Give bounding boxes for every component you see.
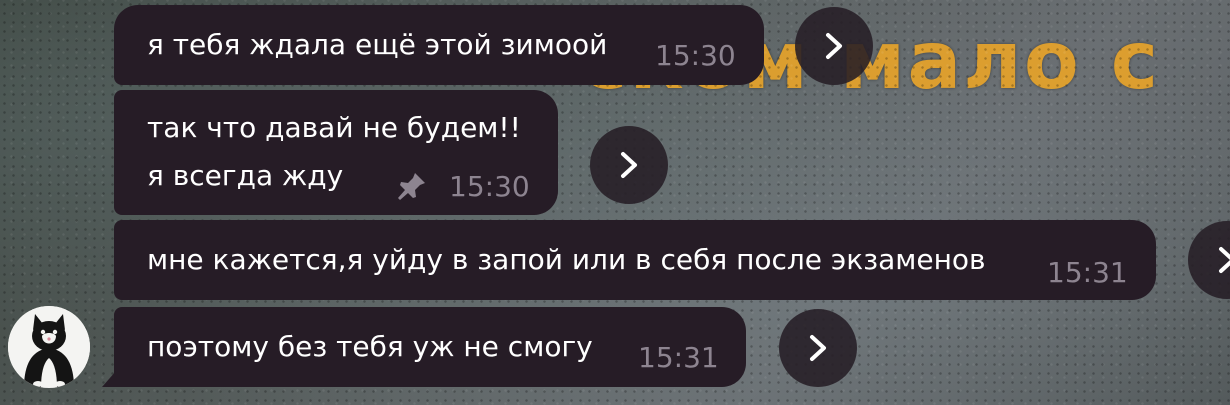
- bubble-tail: [102, 371, 116, 387]
- message-time: 15:31: [1047, 256, 1128, 289]
- message-time: 15:31: [638, 341, 719, 374]
- message-bubble[interactable]: я тебя ждала ещё этой зимоой 15:30: [114, 5, 764, 85]
- message-text: я тебя ждала ещё этой зимоой: [147, 28, 608, 61]
- message-bubble[interactable]: так что давай не будем!! я всегда жду 15…: [114, 90, 558, 215]
- cat-avatar-icon: [8, 306, 90, 388]
- chevron-right-icon: [810, 335, 826, 361]
- avatar[interactable]: [8, 306, 90, 388]
- forward-button[interactable]: [795, 7, 873, 85]
- chevron-right-icon: [1219, 247, 1230, 273]
- message-time: 15:30: [449, 170, 530, 203]
- message-text: поэтому без тебя уж не смогу: [147, 330, 593, 363]
- chevron-right-icon: [621, 152, 637, 178]
- message-time: 15:30: [655, 39, 736, 72]
- forward-button[interactable]: [590, 126, 668, 204]
- message-bubble[interactable]: поэтому без тебя уж не смогу 15:31: [114, 307, 746, 387]
- message-text: мне кажется,я уйду в запой или в себя по…: [147, 243, 986, 276]
- forward-button[interactable]: [779, 309, 857, 387]
- message-bubble[interactable]: мне кажется,я уйду в запой или в себя по…: [114, 220, 1156, 300]
- chevron-right-icon: [826, 33, 842, 59]
- pin-icon: [398, 173, 425, 200]
